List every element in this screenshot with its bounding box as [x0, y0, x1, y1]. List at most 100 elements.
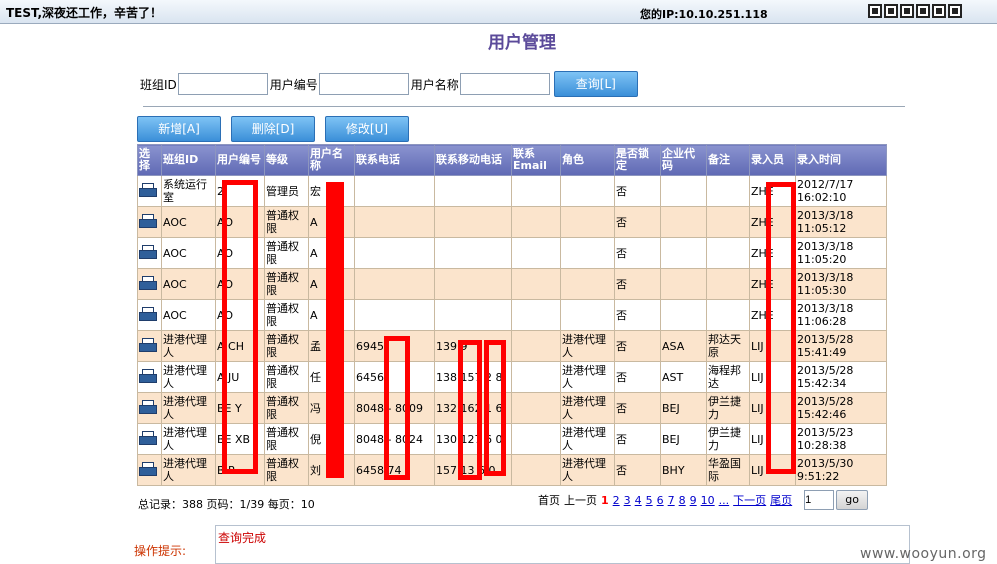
column-header: 选择	[137, 144, 162, 176]
select-cell	[137, 392, 162, 424]
table-cell	[706, 175, 750, 207]
select-printer-icon[interactable]	[139, 245, 157, 259]
table-cell: 2013/5/28 15:41:49	[795, 330, 887, 362]
table-cell	[511, 361, 561, 393]
page-link[interactable]: 10	[701, 494, 715, 507]
greeting-text: TEST,深夜还工作，辛苦了！	[6, 6, 163, 20]
page-link[interactable]: 5	[646, 494, 653, 507]
select-printer-icon[interactable]	[139, 276, 157, 290]
user-no-input[interactable]	[318, 73, 409, 95]
table-cell: 伊兰捷力	[706, 392, 750, 424]
table-cell: 2013/3/18 11:05:12	[795, 206, 887, 238]
select-cell	[137, 361, 162, 393]
table-cell	[706, 268, 750, 300]
table-cell: 进港代理人	[560, 392, 615, 424]
toolbar-icon[interactable]	[948, 4, 962, 18]
pagination: 首页 上一页 1 2 3 4 5 6 7 8 9 10 ... 下一页 尾页 g…	[538, 490, 869, 510]
table-cell: 2013/3/18 11:05:30	[795, 268, 887, 300]
page-number-input[interactable]	[804, 490, 835, 510]
table-cell	[354, 206, 435, 238]
page-link[interactable]: 7	[668, 494, 675, 507]
table-cell	[560, 237, 615, 269]
table-cell: 普通权限	[264, 423, 309, 455]
select-cell	[137, 175, 162, 207]
table-cell: 否	[614, 454, 661, 486]
prev-page-link[interactable]: 上一页	[564, 492, 597, 508]
table-cell	[511, 237, 561, 269]
column-header: 企业代码	[660, 144, 707, 176]
table-cell	[560, 175, 615, 207]
redaction-mark	[458, 340, 482, 480]
column-header: 录入员	[749, 144, 796, 176]
table-cell	[660, 237, 707, 269]
go-button[interactable]: go	[836, 490, 869, 510]
toolbar-icon[interactable]	[868, 4, 882, 18]
user-name-input[interactable]	[459, 73, 550, 95]
action-toolbar: 新增[A] 删除[D] 修改[U]	[137, 116, 409, 142]
toolbar-icon[interactable]	[916, 4, 930, 18]
toolbar-icon[interactable]	[900, 4, 914, 18]
page-link[interactable]: 1	[601, 494, 609, 507]
edit-button[interactable]: 修改[U]	[325, 116, 409, 142]
query-button[interactable]: 查询[L]	[553, 71, 638, 97]
page-link[interactable]: 8	[679, 494, 686, 507]
select-cell	[137, 268, 162, 300]
table-cell: 进港代理人	[560, 423, 615, 455]
table-cell: 2013/5/28 15:42:34	[795, 361, 887, 393]
column-header: 是否锁定	[614, 144, 661, 176]
table-cell: 伊兰捷力	[706, 423, 750, 455]
table-cell: 系统运行室	[161, 175, 216, 207]
column-header: 班组ID	[161, 144, 216, 176]
select-printer-icon[interactable]	[139, 338, 157, 352]
table-cell: 进港代理人	[560, 454, 615, 486]
table-cell: BEJ	[660, 392, 707, 424]
table-cell: 普通权限	[264, 392, 309, 424]
column-header: 联系电话	[354, 144, 435, 176]
page-link[interactable]: 4	[635, 494, 642, 507]
select-printer-icon[interactable]	[139, 400, 157, 414]
table-cell	[511, 330, 561, 362]
ip-address-text: 您的IP:10.10.251.118	[640, 8, 768, 21]
table-cell: 否	[614, 206, 661, 238]
add-button[interactable]: 新增[A]	[137, 116, 221, 142]
page-link[interactable]: 9	[690, 494, 697, 507]
page-link[interactable]: 3	[624, 494, 631, 507]
toolbar-icon[interactable]	[884, 4, 898, 18]
table-cell	[660, 299, 707, 331]
table-cell	[660, 268, 707, 300]
select-printer-icon[interactable]	[139, 462, 157, 476]
page-link[interactable]: 2	[613, 494, 620, 507]
table-cell	[354, 175, 435, 207]
table-cell	[434, 237, 512, 269]
last-page-link[interactable]: 尾页	[770, 492, 792, 508]
select-printer-icon[interactable]	[139, 369, 157, 383]
operation-hint-message: 查询完成	[218, 531, 267, 545]
page-title: 用户管理	[488, 33, 556, 53]
table-cell: AOC	[161, 299, 216, 331]
table-cell: 否	[614, 361, 661, 393]
table-cell: 2013/5/23 10:28:38	[795, 423, 887, 455]
table-cell: 否	[614, 392, 661, 424]
next-page-link[interactable]: 下一页	[733, 492, 766, 508]
table-cell	[560, 299, 615, 331]
table-cell	[511, 175, 561, 207]
table-cell	[511, 299, 561, 331]
table-cell: 2013/5/28 15:42:46	[795, 392, 887, 424]
select-printer-icon[interactable]	[139, 431, 157, 445]
toolbar-icon[interactable]	[932, 4, 946, 18]
page-link[interactable]: 6	[657, 494, 664, 507]
select-printer-icon[interactable]	[139, 214, 157, 228]
select-printer-icon[interactable]	[139, 307, 157, 321]
select-printer-icon[interactable]	[139, 183, 157, 197]
column-header: 用户名称	[308, 144, 355, 176]
table-cell: 管理员	[264, 175, 309, 207]
more-pages-link[interactable]: ...	[719, 494, 730, 507]
table-cell: 进港代理人	[161, 330, 216, 362]
team-id-input[interactable]	[177, 73, 268, 95]
delete-button[interactable]: 删除[D]	[231, 116, 315, 142]
first-page-link[interactable]: 首页	[538, 492, 560, 508]
select-cell	[137, 237, 162, 269]
table-cell: 进港代理人	[161, 454, 216, 486]
column-header: 等级	[264, 144, 309, 176]
table-cell: 普通权限	[264, 361, 309, 393]
